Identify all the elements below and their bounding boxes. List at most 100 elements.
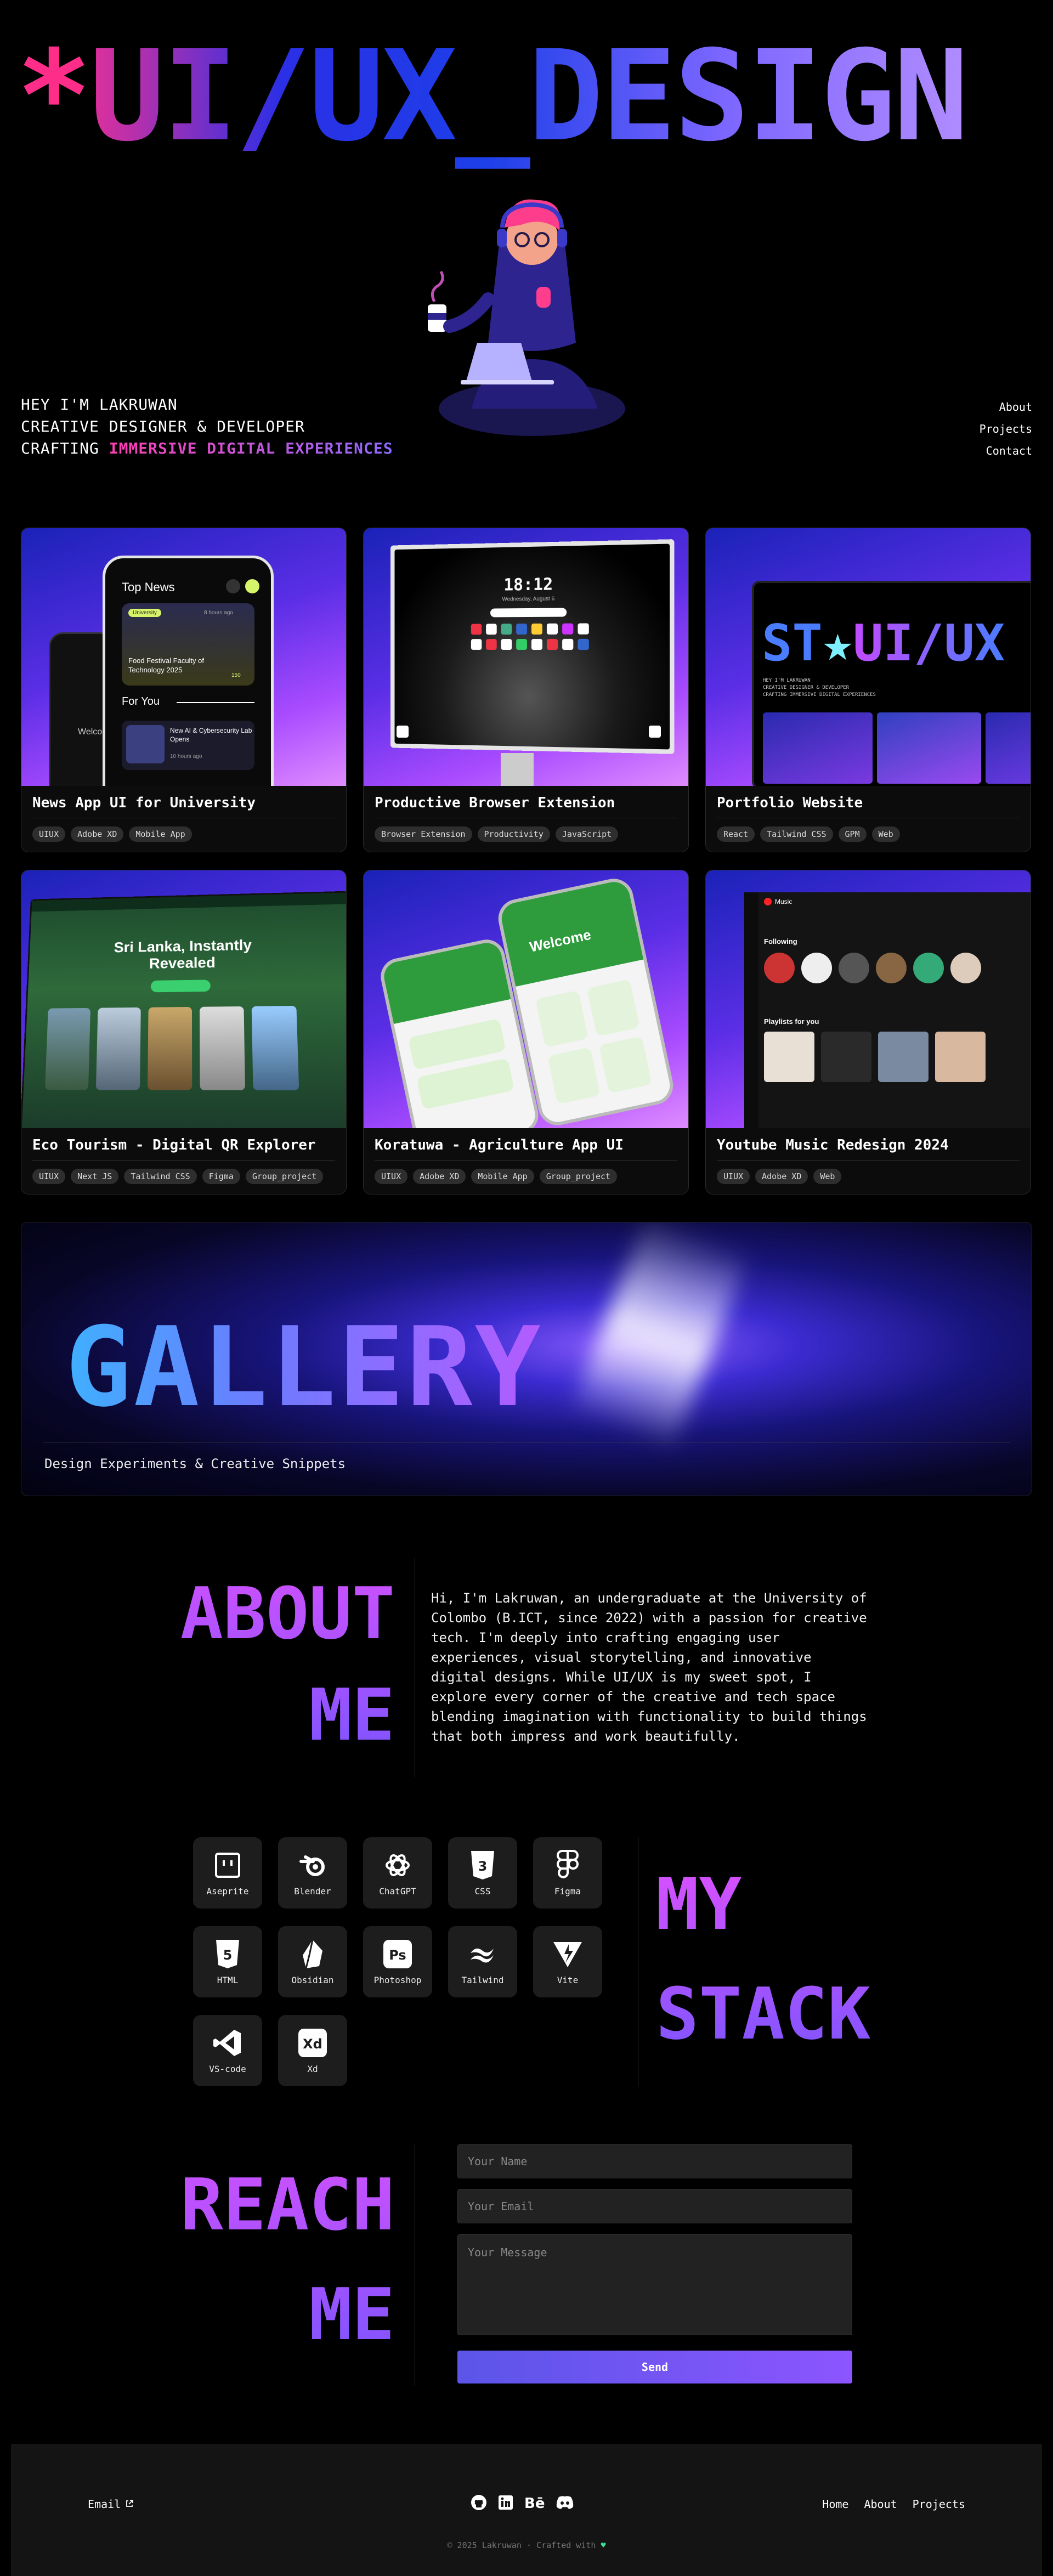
email-field[interactable]: Your Email xyxy=(457,2189,852,2223)
date-text: Wednesday, August 6 xyxy=(395,595,670,603)
tool-label: Xd xyxy=(307,2064,318,2074)
tag: JavaScript xyxy=(556,826,618,842)
tag: Adobe XD xyxy=(755,1169,808,1184)
laptop-screen: ST★UI/UX HEY I'M LAKRUWAN CREATIVE DESIG… xyxy=(752,581,1031,786)
send-button[interactable]: Send xyxy=(457,2351,852,2383)
news-time-1: 8 hours ago xyxy=(204,610,233,616)
destination-cards xyxy=(45,1006,299,1090)
project-card-koratuwa[interactable]: Welcome Koratuwa - Agriculture App UI UI… xyxy=(363,870,689,1194)
project-thumbnail: ST★UI/UX HEY I'M LAKRUWAN CREATIVE DESIG… xyxy=(706,528,1031,786)
tool-obsidian[interactable]: Obsidian xyxy=(278,1926,347,1997)
tool-css[interactable]: 3 CSS xyxy=(448,1837,517,1909)
footer-link-projects[interactable]: Projects xyxy=(913,2498,965,2511)
tag: React xyxy=(717,826,755,842)
tag: GPM xyxy=(839,826,867,842)
obsidian-icon xyxy=(297,1939,328,1969)
github-icon[interactable] xyxy=(471,2494,487,2513)
phone-right-tile xyxy=(547,1047,601,1105)
music-screen: Music Following Playlists for you xyxy=(744,892,1031,1128)
about-text: Hi, I'm Lakruwan, an undergraduate at th… xyxy=(431,1588,870,1746)
tool-aseprite[interactable]: Aseprite xyxy=(193,1837,262,1909)
project-thumbnail: Welco Top News University 8 hours ago Fo… xyxy=(21,528,347,786)
tool-figma[interactable]: Figma xyxy=(533,1837,602,1909)
heart-icon: ♥ xyxy=(601,2540,605,2550)
footer-link-about[interactable]: About xyxy=(864,2498,897,2511)
linkedin-icon[interactable] xyxy=(498,2495,513,2512)
project-title: Portfolio Website xyxy=(717,795,863,811)
tool-label: Obsidian xyxy=(291,1975,333,1985)
tool-tailwind[interactable]: Tailwind xyxy=(448,1926,517,1997)
tag: Tailwind CSS xyxy=(760,826,833,842)
footer-links: Home About Projects xyxy=(822,2498,965,2511)
project-card-browser-extension[interactable]: 18:12 Wednesday, August 6 Productive Bro… xyxy=(363,528,689,852)
news-badge: University xyxy=(128,609,161,617)
portfolio-intro-line: HEY I'M LAKRUWAN xyxy=(763,677,876,684)
stack-heading-line-1: MY xyxy=(656,1849,870,1959)
tool-html[interactable]: 5 HTML xyxy=(193,1926,262,1997)
hero-intro: HEY I'M LAKRUWAN CREATIVE DESIGNER & DEV… xyxy=(21,394,393,460)
profile-icon xyxy=(245,579,259,593)
portfolio-title-left: ST xyxy=(762,614,823,672)
portfolio-title-right: UI/UX xyxy=(853,614,1005,672)
aseprite-icon xyxy=(212,1850,243,1881)
tool-vscode[interactable]: VS-code xyxy=(193,2015,262,2086)
name-field[interactable]: Your Name xyxy=(457,2144,852,2178)
about-heading-line-1: ABOUT xyxy=(165,1563,395,1665)
copyright-text: © 2025 Lakruwan · Crafted with xyxy=(448,2540,596,2550)
tool-xd[interactable]: Xd Xd xyxy=(278,2015,347,2086)
project-thumbnail: 18:12 Wednesday, August 6 xyxy=(364,528,689,786)
nav-about[interactable]: About xyxy=(980,396,1032,418)
portfolio-preview-1 xyxy=(763,712,873,784)
tag: Figma xyxy=(202,1169,240,1184)
news-time-2: 10 hours ago xyxy=(170,754,202,760)
tag: UIUX xyxy=(32,1169,65,1184)
footer-email-label: Email xyxy=(88,2498,121,2511)
nav-projects[interactable]: Projects xyxy=(980,418,1032,440)
for-you-heading: For You xyxy=(122,695,160,708)
tool-vite[interactable]: Vite xyxy=(533,1926,602,1997)
star-icon: ★ xyxy=(823,614,853,672)
discord-icon[interactable] xyxy=(556,2495,574,2512)
project-card-portfolio-website[interactable]: ST★UI/UX HEY I'M LAKRUWAN CREATIVE DESIG… xyxy=(705,528,1031,852)
music-logo-icon xyxy=(764,898,772,905)
tool-photoshop[interactable]: Ps Photoshop xyxy=(363,1926,432,1997)
nav-contact[interactable]: Contact xyxy=(980,440,1032,462)
tag: Group_project xyxy=(540,1169,617,1184)
tool-label: VS-code xyxy=(209,2064,246,2074)
gallery-banner[interactable]: GALLERY Design Experiments & Creative Sn… xyxy=(21,1222,1032,1496)
music-following: Following xyxy=(764,937,797,946)
tool-blender[interactable]: Blender xyxy=(278,1837,347,1909)
light-streak xyxy=(542,1222,751,1496)
stack-grid: Aseprite Blender ChatGPT 3 CSS Figma 5 H… xyxy=(193,1837,604,2086)
project-card-youtube-music[interactable]: Music Following Playlists for you Youtub… xyxy=(705,870,1031,1194)
monitor-stand xyxy=(501,753,534,786)
project-card-news-app[interactable]: Welco Top News University 8 hours ago Fo… xyxy=(21,528,347,852)
reach-heading-line-1: REACH xyxy=(165,2150,395,2260)
message-field[interactable]: Your Message xyxy=(457,2234,852,2335)
tag: UIUX xyxy=(375,1169,407,1184)
phone-right-tile xyxy=(535,990,588,1048)
portfolio-intro-line: CRAFTING IMMERSIVE DIGITAL EXPERIENCES xyxy=(763,692,876,699)
next-arrow-icon xyxy=(649,726,661,738)
xd-icon: Xd xyxy=(297,2028,328,2058)
tag: Web xyxy=(813,1169,841,1184)
website-nav xyxy=(32,892,347,911)
gallery-title: GALLERY xyxy=(65,1305,543,1431)
project-card-eco-tourism[interactable]: Sri Lanka, Instantly Revealed Eco Touris… xyxy=(21,870,347,1194)
external-link-icon xyxy=(125,2498,134,2511)
behance-icon[interactable]: Bē xyxy=(524,2495,545,2512)
monitor-screen: 18:12 Wednesday, August 6 xyxy=(395,544,670,750)
tool-chatgpt[interactable]: ChatGPT xyxy=(363,1837,432,1909)
tag: Tailwind CSS xyxy=(124,1169,196,1184)
tool-label: Figma xyxy=(554,1886,581,1896)
news-headline-2: New AI & Cybersecurity Lab Opens xyxy=(170,726,252,744)
music-brand-text: Music xyxy=(775,898,792,905)
phone-right-tile xyxy=(587,979,640,1037)
footer-email-link[interactable]: Email xyxy=(88,2498,134,2511)
intro-line-3: CRAFTING IMMERSIVE DIGITAL EXPERIENCES xyxy=(21,438,393,460)
about-heading: ABOUT ME xyxy=(165,1563,395,1766)
search-icon xyxy=(226,579,240,593)
footer-link-home[interactable]: Home xyxy=(822,2498,848,2511)
tag: Group_project xyxy=(246,1169,323,1184)
portfolio-title: ST★UI/UX xyxy=(762,616,1005,671)
